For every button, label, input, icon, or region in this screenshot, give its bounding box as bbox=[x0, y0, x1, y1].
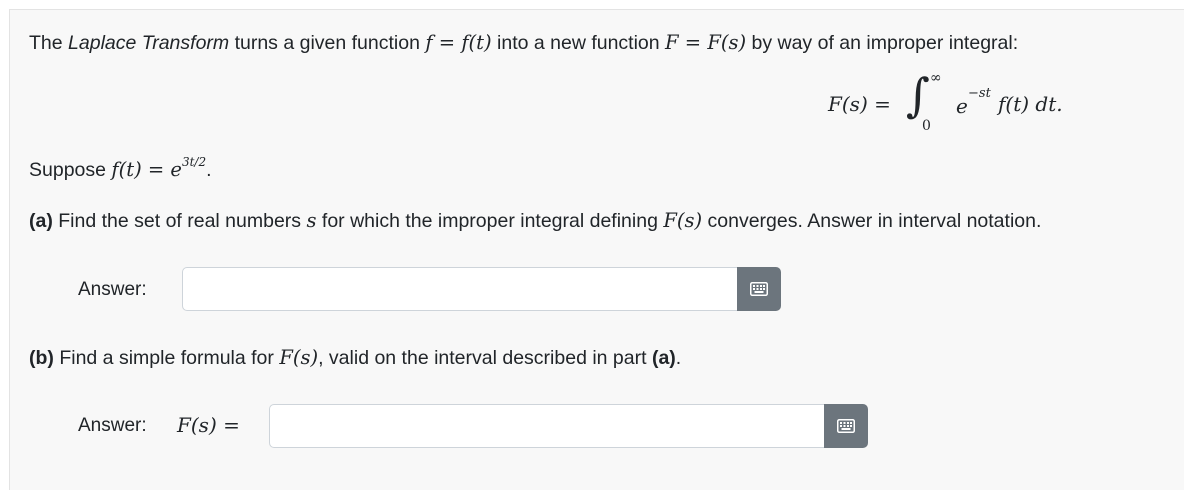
laplace-term: Laplace Transform bbox=[68, 32, 230, 54]
part-a-text: for which the improper integral defining bbox=[316, 210, 664, 232]
math-f: f = f(t) bbox=[425, 31, 492, 54]
integral-lower-limit: 0 bbox=[922, 118, 931, 134]
part-b-text: , valid on the interval described in par… bbox=[318, 347, 652, 369]
integral-upper-limit: ∞ bbox=[930, 70, 942, 86]
formula-lhs: F(s) = bbox=[828, 92, 891, 116]
answer-a-label: Answer: bbox=[78, 279, 147, 300]
keyboard-button-b[interactable] bbox=[824, 404, 868, 448]
keyboard-button-a[interactable] bbox=[737, 267, 781, 311]
suppose-math: f(t) = e bbox=[111, 158, 182, 181]
part-a-tag: (a) bbox=[29, 210, 53, 232]
intro-text: The Laplace Transform turns a given func… bbox=[29, 31, 1018, 55]
math-Fs: F(s) bbox=[663, 209, 703, 232]
answer-b-input[interactable] bbox=[269, 404, 825, 448]
intro-part: into a new function bbox=[491, 32, 666, 54]
integrand: f(t) dt. bbox=[998, 92, 1063, 116]
part-b-text: . bbox=[675, 347, 682, 369]
part-a-text: Find the set of real numbers bbox=[52, 210, 307, 232]
part-a-reference: (a) bbox=[651, 347, 676, 369]
part-a-text: converges. Answer in interval notation. bbox=[702, 210, 1042, 232]
answer-b-math: F(s) = bbox=[177, 413, 240, 437]
keyboard-icon bbox=[750, 282, 768, 296]
exp-base: e bbox=[956, 94, 968, 118]
part-b-tag: (b) bbox=[29, 347, 54, 369]
intro-part: The bbox=[29, 32, 69, 54]
part-a-question: (a) Find the set of real numbers s for w… bbox=[29, 209, 1041, 233]
answer-b-label: Answer: bbox=[78, 415, 147, 436]
suppose-label: Suppose bbox=[29, 159, 112, 181]
suppose-text: Suppose f(t) = e3t/2. bbox=[29, 155, 212, 182]
keyboard-icon bbox=[837, 419, 855, 433]
suppose-dot: . bbox=[206, 159, 212, 181]
part-b-question: (b) Find a simple formula for F(s), vali… bbox=[29, 346, 681, 370]
exp-power: −st bbox=[968, 86, 991, 101]
math-s: s bbox=[306, 209, 317, 232]
intro-part: by way of an improper integral: bbox=[746, 32, 1019, 54]
math-F: F = F(s) bbox=[665, 31, 747, 54]
part-b-text: Find a simple formula for bbox=[53, 347, 280, 369]
suppose-exponent: 3t/2 bbox=[181, 155, 207, 169]
answer-a-input[interactable] bbox=[182, 267, 738, 311]
intro-part: turns a given function bbox=[229, 32, 426, 54]
integral-sign: ∫ bbox=[906, 68, 930, 122]
math-Fs: F(s) bbox=[279, 346, 319, 369]
